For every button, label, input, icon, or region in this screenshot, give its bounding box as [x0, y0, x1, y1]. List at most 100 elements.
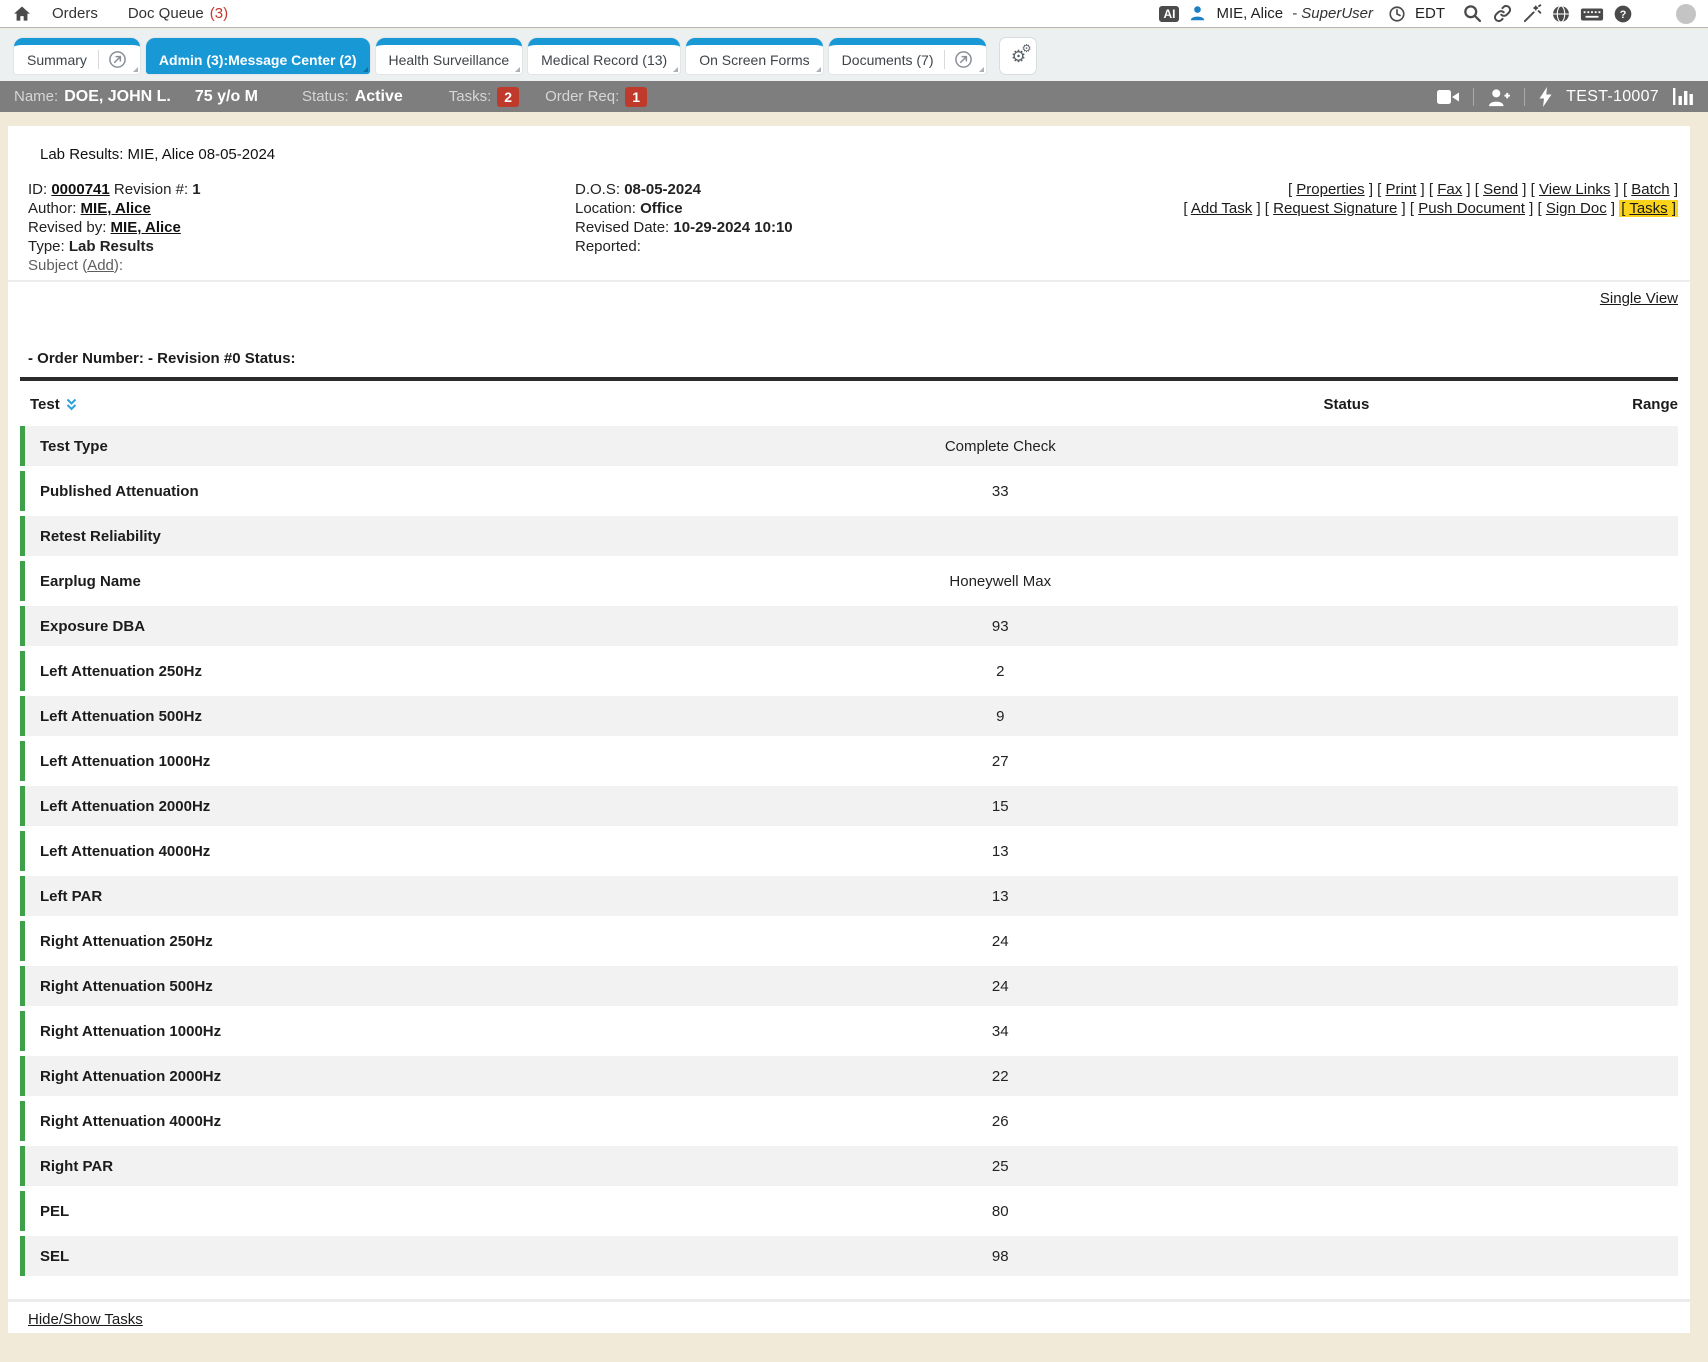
- chart-icon[interactable]: [1672, 87, 1694, 106]
- table-row: Right PAR25: [20, 1146, 1678, 1186]
- cell-value: 26: [785, 1113, 1215, 1130]
- test-header-label: Test: [30, 396, 60, 413]
- popout-icon[interactable]: [98, 50, 127, 69]
- user-name[interactable]: MIE, Alice: [1216, 5, 1283, 22]
- action-tasks: [ Tasks ]: [1619, 200, 1678, 217]
- tab-summary[interactable]: Summary: [14, 38, 140, 74]
- cell-test: Right Attenuation 1000Hz: [25, 1023, 785, 1040]
- revised-by-link[interactable]: MIE, Alice: [111, 219, 181, 236]
- tab-admin-message-center[interactable]: Admin (3):Message Center (2): [146, 38, 370, 74]
- type-line: Type: Lab Results: [28, 237, 575, 256]
- document-meta-left: ID: 0000741 Revision #: 1 Author: MIE, A…: [28, 180, 575, 275]
- tab-label: Documents (7): [842, 52, 934, 68]
- system-id: TEST-10007: [1566, 88, 1659, 106]
- nav-doc-queue[interactable]: Doc Queue: [128, 5, 204, 22]
- patient-age-sex: 75 y/o M: [195, 88, 258, 106]
- reported-line: Reported:: [575, 237, 1183, 256]
- action-fax: [ Fax ]: [1429, 181, 1471, 198]
- user-role: - SuperUser: [1292, 5, 1373, 22]
- divider: [1473, 88, 1474, 106]
- revision-label: Revision #:: [114, 181, 188, 198]
- action-link-add-task[interactable]: Add Task: [1191, 200, 1252, 217]
- action-link-view-links[interactable]: View Links: [1539, 181, 1610, 198]
- action-link-fax[interactable]: Fax: [1437, 181, 1462, 198]
- action-link-request-signature[interactable]: Request Signature: [1273, 200, 1397, 217]
- column-header-test[interactable]: Test: [20, 396, 783, 413]
- action-link-sign-doc[interactable]: Sign Doc: [1546, 200, 1607, 217]
- document-actions-row2: [ Add Task ] [ Request Signature ] [ Pus…: [1183, 199, 1678, 218]
- cell-test: Left Attenuation 500Hz: [25, 708, 785, 725]
- patient-name-group: Name: DOE, JOHN L.: [14, 88, 171, 106]
- top-bar: Orders Doc Queue (3) AI MIE, Alice - Sup…: [0, 0, 1708, 28]
- order-req-group: Order Req: 1: [545, 87, 647, 107]
- gear-icon: ⚙: [1022, 44, 1032, 55]
- document-id-link[interactable]: 0000741: [51, 181, 109, 198]
- tab-health-surveillance[interactable]: Health Surveillance: [376, 38, 523, 74]
- single-view-link[interactable]: Single View: [1600, 290, 1678, 307]
- table-row: Right Attenuation 4000Hz26: [20, 1101, 1678, 1141]
- ai-badge[interactable]: AI: [1159, 6, 1179, 22]
- action-link-properties[interactable]: Properties: [1296, 181, 1364, 198]
- author-link[interactable]: MIE, Alice: [81, 200, 151, 217]
- add-person-icon[interactable]: [1487, 87, 1511, 107]
- revised-date-value: 10-29-2024 10:10: [673, 219, 792, 236]
- keyboard-icon[interactable]: [1580, 4, 1604, 24]
- table-row: Earplug NameHoneywell Max: [20, 561, 1678, 601]
- tab-on-screen-forms[interactable]: On Screen Forms: [686, 38, 822, 74]
- action-view-links: [ View Links ]: [1531, 181, 1619, 198]
- link-icon[interactable]: [1492, 3, 1513, 24]
- cell-test: Left Attenuation 1000Hz: [25, 753, 785, 770]
- user-icon: [1188, 4, 1207, 23]
- cell-test: Right PAR: [25, 1158, 785, 1175]
- patient-name: DOE, JOHN L.: [64, 88, 171, 106]
- clock-icon[interactable]: [1388, 5, 1406, 23]
- cell-value: 24: [785, 978, 1215, 995]
- nav-orders[interactable]: Orders: [52, 5, 98, 22]
- globe-icon[interactable]: [1551, 4, 1571, 24]
- help-glyph: ?: [1620, 8, 1627, 20]
- footer-row: Hide/Show Tasks: [20, 1302, 1678, 1337]
- hide-show-tasks-link[interactable]: Hide/Show Tasks: [28, 1311, 143, 1328]
- wand-icon[interactable]: [1522, 4, 1542, 24]
- action-sign-doc: [ Sign Doc ]: [1538, 200, 1616, 217]
- cell-test: Earplug Name: [25, 573, 785, 590]
- lightning-icon[interactable]: [1538, 87, 1553, 107]
- tab-medical-record[interactable]: Medical Record (13): [528, 38, 680, 74]
- patient-bar: Name: DOE, JOHN L. 75 y/o M Status: Acti…: [0, 81, 1708, 112]
- cell-test: PEL: [25, 1203, 785, 1220]
- order-req-count-badge[interactable]: 1: [625, 87, 647, 107]
- dos-value: 08-05-2024: [624, 181, 701, 198]
- presence-indicator-icon[interactable]: [1676, 4, 1696, 24]
- action-link-send[interactable]: Send: [1483, 181, 1518, 198]
- table-row: Left Attenuation 1000Hz27: [20, 741, 1678, 781]
- cell-value: 25: [785, 1158, 1215, 1175]
- id-line: ID: 0000741 Revision #: 1: [28, 180, 575, 199]
- help-icon[interactable]: ?: [1613, 4, 1633, 24]
- document-meta-mid: D.O.S: 08-05-2024 Location: Office Revis…: [575, 180, 1183, 275]
- cell-value: Complete Check: [785, 438, 1215, 455]
- column-header-status: Status: [1214, 396, 1479, 413]
- author-line: Author: MIE, Alice: [28, 199, 575, 218]
- reported-label: Reported:: [575, 238, 641, 255]
- action-link-tasks[interactable]: Tasks: [1629, 200, 1667, 217]
- action-link-batch[interactable]: Batch: [1631, 181, 1669, 198]
- table-row: Test TypeComplete Check: [20, 426, 1678, 466]
- subject-add-link[interactable]: Add: [87, 257, 114, 274]
- type-label: Type:: [28, 238, 65, 255]
- cell-test: Right Attenuation 2000Hz: [25, 1068, 785, 1085]
- tab-documents[interactable]: Documents (7): [829, 38, 987, 74]
- sort-chevrons-icon[interactable]: [65, 397, 78, 412]
- popout-icon[interactable]: [944, 50, 973, 69]
- video-camera-icon[interactable]: [1436, 88, 1460, 106]
- home-icon[interactable]: [12, 4, 32, 24]
- single-view-row: Single View: [20, 291, 1678, 306]
- action-link-push-document[interactable]: Push Document: [1418, 200, 1525, 217]
- action-link-print[interactable]: Print: [1386, 181, 1417, 198]
- tasks-count-badge[interactable]: 2: [497, 87, 519, 107]
- search-icon[interactable]: [1462, 3, 1483, 24]
- table-row: Retest Reliability: [20, 516, 1678, 556]
- patient-age-sex-group: 75 y/o M: [195, 88, 258, 106]
- table-row: Left Attenuation 500Hz9: [20, 696, 1678, 736]
- settings-gear-button[interactable]: ⚙ ⚙: [1000, 38, 1036, 74]
- cell-value: 9: [785, 708, 1215, 725]
